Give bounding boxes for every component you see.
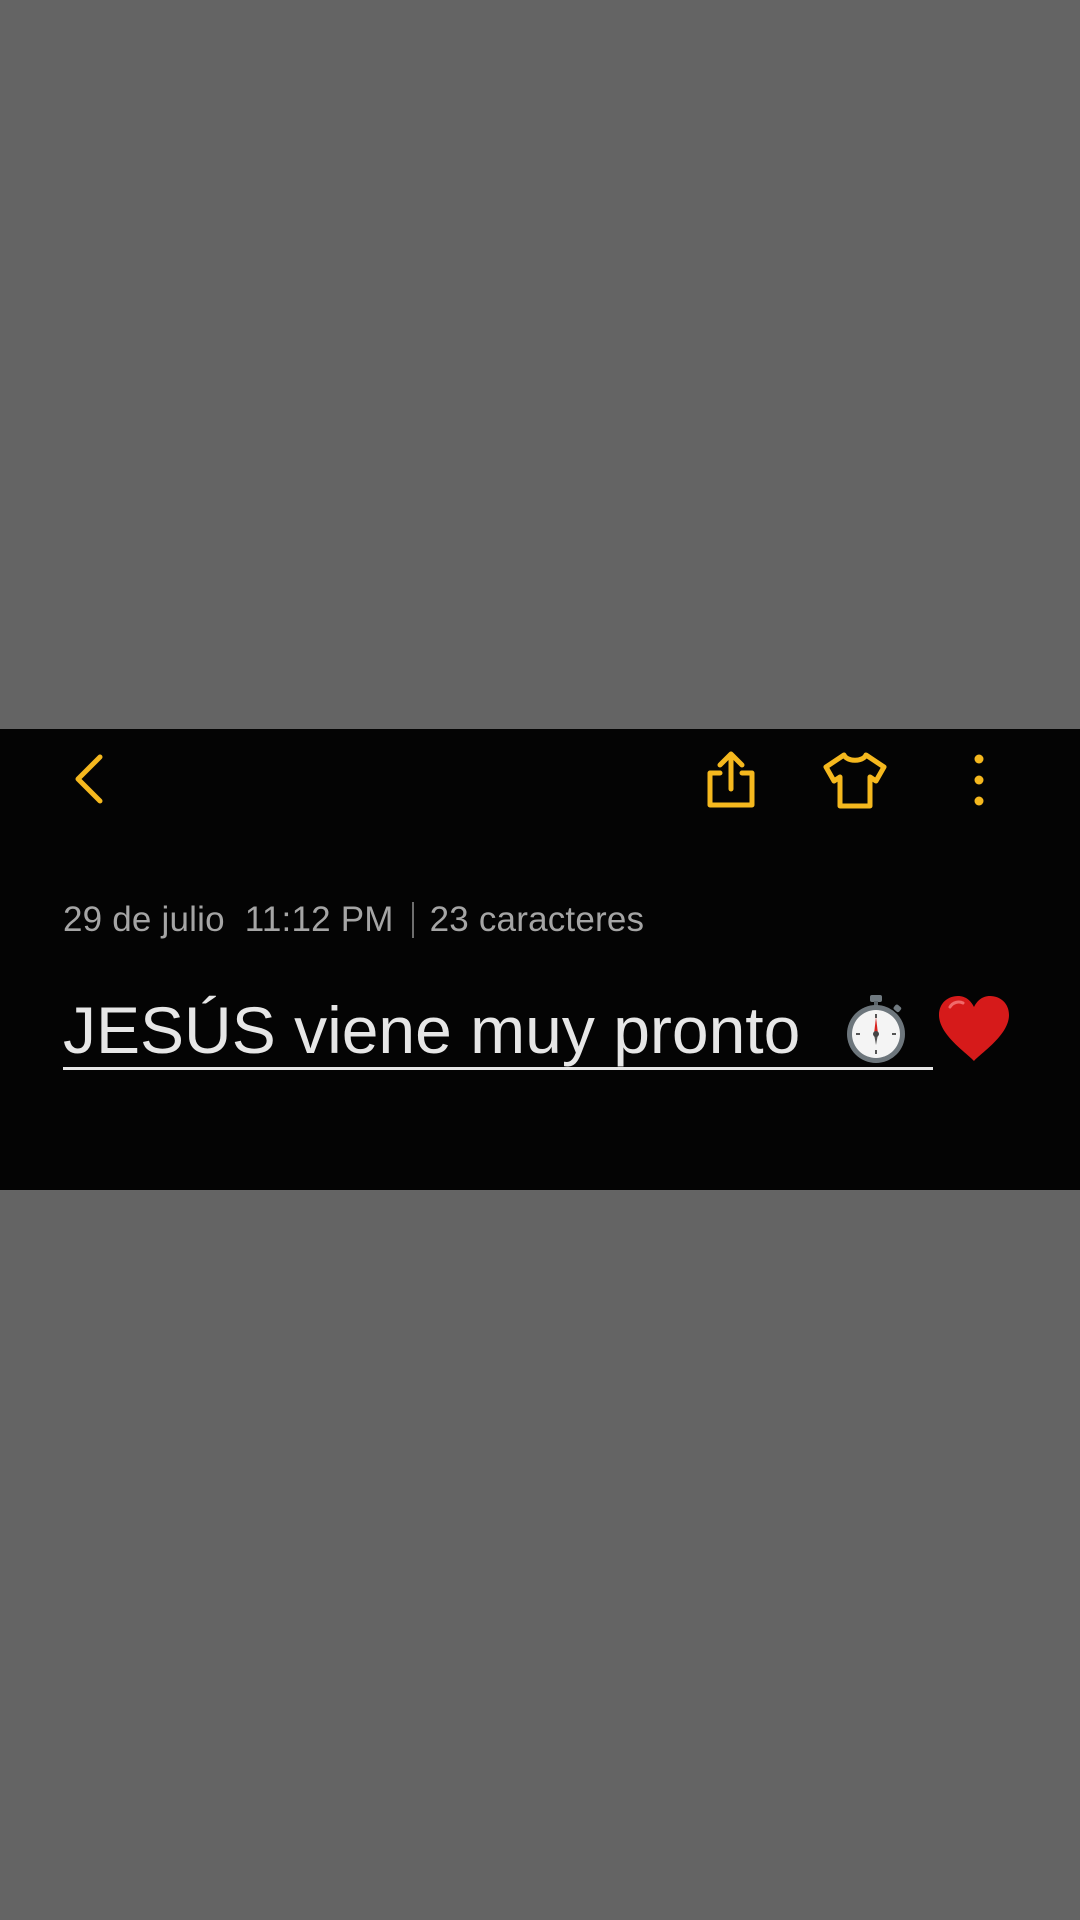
character-count: 23 caracteres: [429, 900, 645, 939]
note-time: 11:12 PM: [244, 900, 394, 939]
more-options-button[interactable]: [954, 749, 1004, 811]
shirt-icon: [823, 752, 887, 809]
note-date: 29 de julio: [63, 900, 225, 939]
meta-divider: [411, 902, 414, 938]
share-button[interactable]: [700, 749, 762, 811]
more-vertical-icon: [974, 754, 984, 806]
chevron-left-icon: [75, 754, 103, 804]
note-title-text: JESÚS viene muy pronto: [63, 993, 801, 1067]
toolbar: [0, 729, 1080, 831]
red-heart-icon: [935, 993, 1013, 1075]
note-meta: 29 de julio 11:12 PM 23 caracteres: [63, 898, 644, 942]
screen: 29 de julio 11:12 PM 23 caracteres JESÚS…: [0, 0, 1080, 1920]
note-view: 29 de julio 11:12 PM 23 caracteres JESÚS…: [0, 729, 1080, 1190]
stopwatch-icon: [841, 993, 911, 1075]
note-body[interactable]: JESÚS viene muy pronto: [63, 993, 1010, 1070]
back-button[interactable]: [62, 751, 118, 807]
theme-button[interactable]: [820, 749, 890, 811]
share-icon: [707, 751, 755, 808]
